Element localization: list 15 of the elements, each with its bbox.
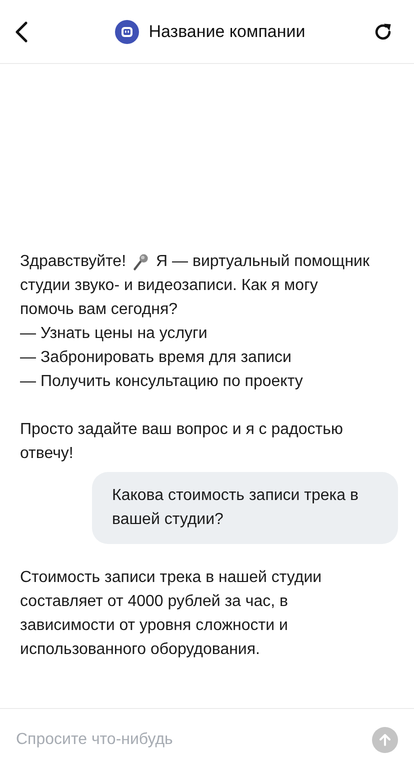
message-text: Какова стоимость записи трека в вашей студии?	[112, 486, 360, 530]
message-field[interactable]: Спросите что-нибудь	[16, 724, 364, 754]
company-name: Название компании	[148, 22, 306, 42]
message-text: Здравствуйте!	[20, 252, 126, 272]
message-text: Стоимость записи трека в нашей студии составляет от 4000 рублей за час, в зависимости от уровня сложности и использованного оборудования.	[20, 568, 323, 660]
arrow-up-icon	[377, 732, 393, 748]
message-text: — Получить консультацию по проекту	[20, 372, 304, 392]
logo-icon	[114, 20, 139, 44]
back-icon[interactable]	[14, 20, 28, 42]
microphone-icon	[132, 253, 150, 271]
message-text: — Забронировать время для записи	[20, 348, 292, 368]
message-text: студии звуко- и видеозаписи. Как я могу помочь вам сегодня?	[20, 276, 319, 320]
message-text: Я — виртуальный помощник	[156, 252, 370, 272]
message-text: — Узнать цены на услуги	[20, 324, 208, 344]
message-text: Просто задайте ваш вопрос и я с радостью отвечу!	[20, 420, 344, 464]
